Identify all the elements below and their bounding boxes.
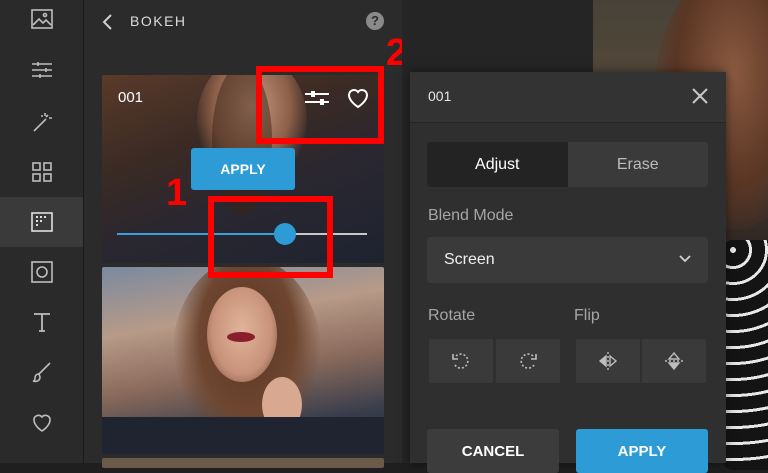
chevron-down-icon	[679, 255, 691, 263]
brush-icon	[32, 362, 51, 383]
magic-wand-icon	[32, 113, 52, 132]
draw-tool-button[interactable]	[0, 347, 83, 397]
blend-mode-label: Blend Mode	[428, 207, 514, 224]
flip-horizontal-button[interactable]	[576, 339, 640, 383]
apply-thumbnail-button[interactable]: APPLY	[191, 148, 295, 190]
dialog-tabs: Adjust Erase	[427, 142, 708, 187]
rotate-right-button[interactable]	[496, 339, 560, 383]
rotate-label: Rotate	[428, 307, 476, 324]
annotation-box-1	[208, 196, 333, 278]
cancel-button[interactable]: CANCEL	[427, 429, 559, 473]
annotation-box-2	[256, 66, 384, 144]
effects-tool-button[interactable]	[0, 97, 83, 147]
back-arrow-icon[interactable]	[100, 12, 116, 32]
favorites-tool-button[interactable]	[0, 397, 83, 447]
heart-icon	[32, 414, 51, 432]
tab-adjust[interactable]: Adjust	[427, 142, 568, 187]
rotate-left-icon	[452, 353, 469, 369]
apply-button[interactable]: APPLY	[576, 429, 708, 473]
sliders-icon	[31, 62, 52, 78]
flip-label: Flip	[574, 307, 600, 324]
tab-erase[interactable]: Erase	[568, 142, 709, 187]
bokeh-thumbnail[interactable]	[102, 458, 384, 468]
close-icon[interactable]	[690, 86, 710, 106]
texture-icon	[30, 212, 53, 232]
rotate-right-icon	[520, 353, 537, 369]
annotation-number-1: 1	[166, 172, 188, 214]
thumbnail-name: 001	[118, 89, 144, 106]
flip-vertical-icon	[665, 351, 683, 371]
text-tool-button[interactable]	[0, 297, 83, 347]
blend-mode-value: Screen	[444, 251, 495, 268]
help-icon[interactable]: ?	[366, 12, 384, 30]
flip-vertical-button[interactable]	[642, 339, 706, 383]
panel-title: BOKEH	[130, 13, 187, 29]
dialog-header	[410, 72, 726, 123]
image-tool-button[interactable]	[0, 0, 83, 44]
adjust-tool-button[interactable]	[0, 45, 83, 95]
frames-tool-button[interactable]	[0, 247, 83, 297]
left-toolbar	[0, 0, 84, 463]
text-icon	[33, 313, 50, 332]
dialog-title: 001	[428, 88, 452, 104]
textures-tool-button[interactable]	[0, 197, 83, 247]
collage-tool-button[interactable]	[0, 147, 83, 197]
grid-icon	[31, 162, 52, 182]
flip-horizontal-icon	[598, 352, 618, 370]
rotate-left-button[interactable]	[429, 339, 493, 383]
image-icon	[30, 9, 53, 29]
frame-icon	[30, 261, 53, 283]
bokeh-thumbnail[interactable]	[102, 267, 384, 454]
